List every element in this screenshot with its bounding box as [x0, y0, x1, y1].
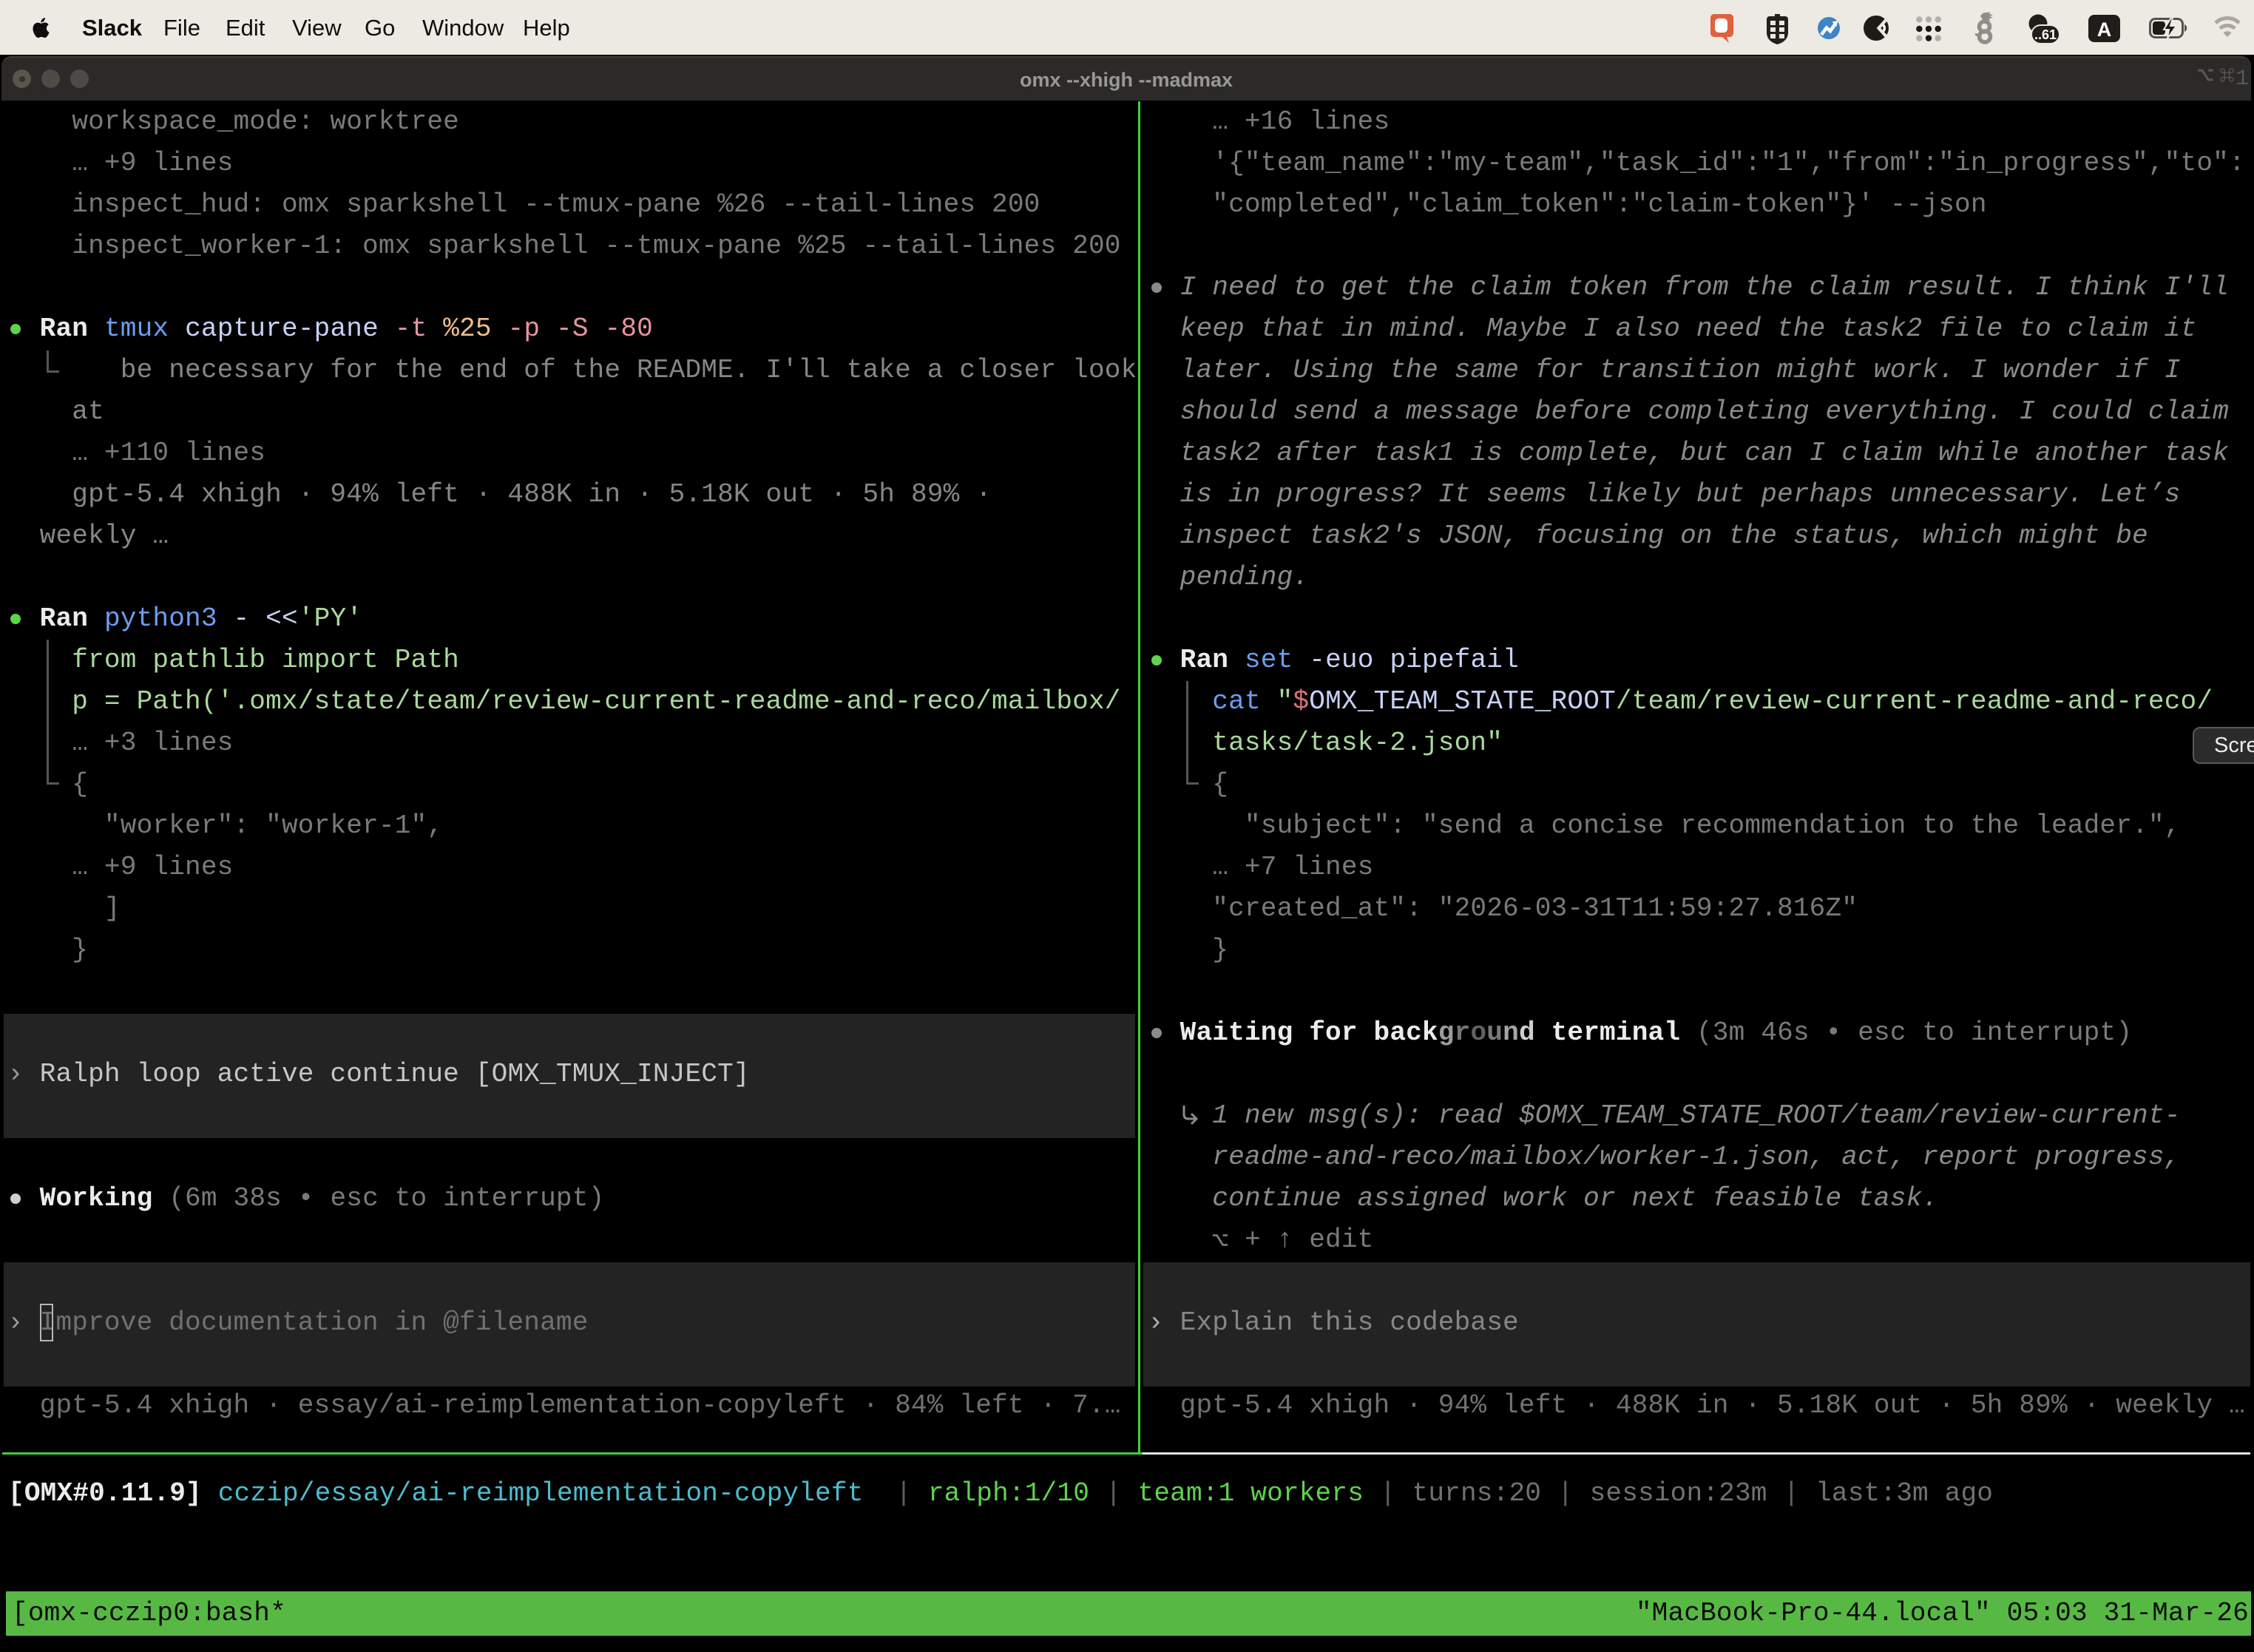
svg-text:A: A: [2097, 18, 2112, 41]
svg-text:..61: ..61: [2034, 27, 2057, 42]
